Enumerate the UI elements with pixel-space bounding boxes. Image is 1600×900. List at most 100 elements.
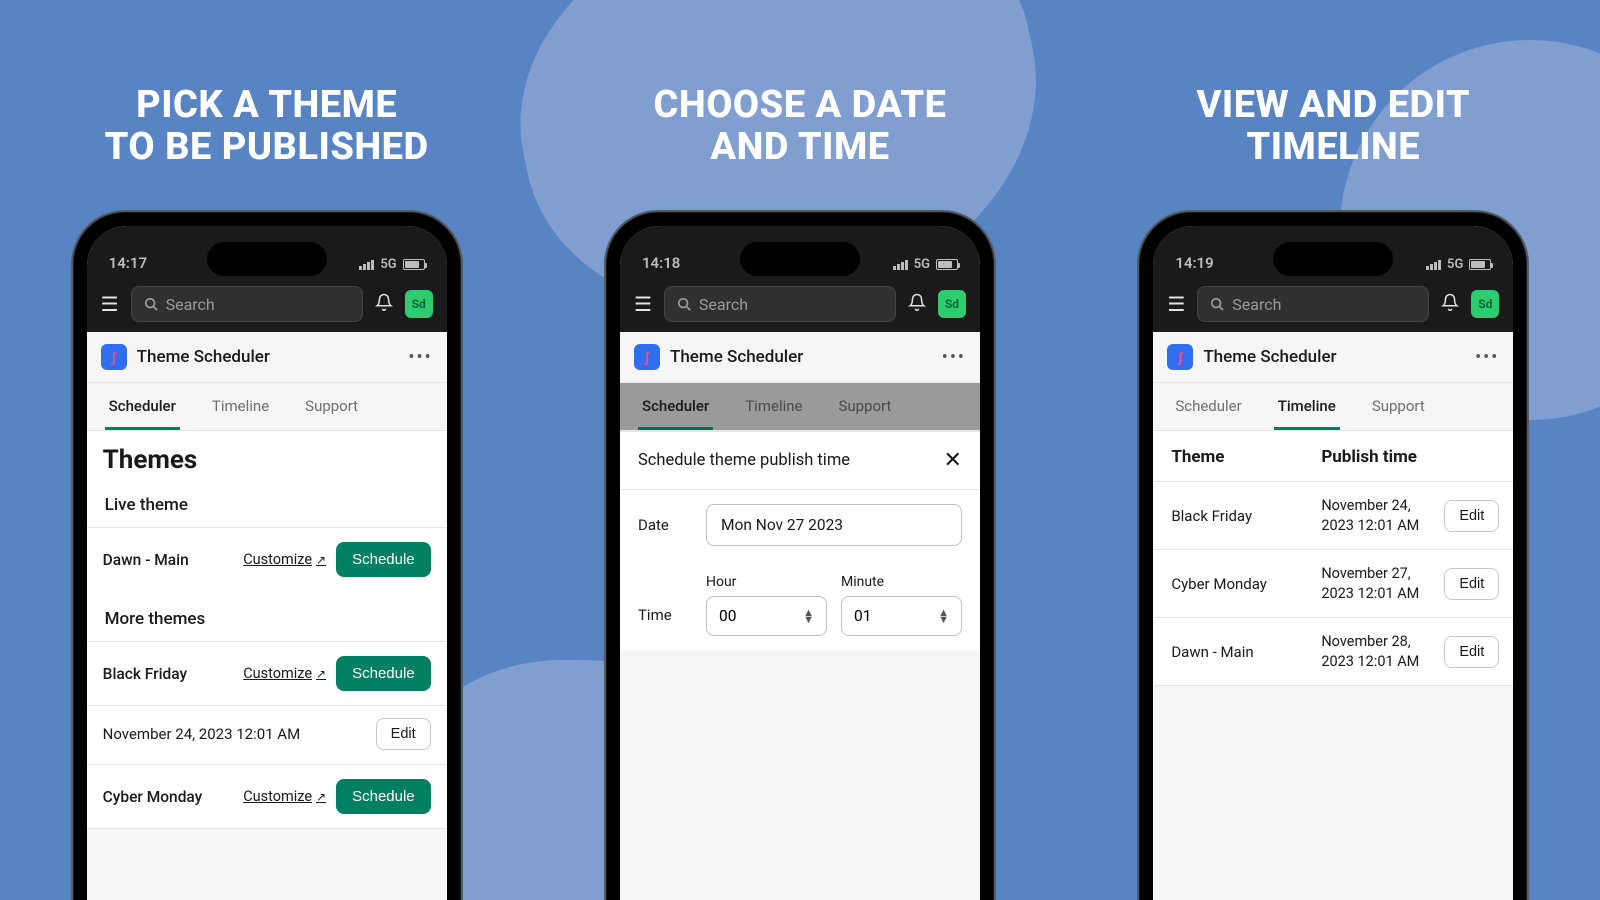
external-link-icon: ↗	[316, 667, 326, 681]
signal-icon	[1426, 260, 1441, 270]
theme-row: Dawn - Main Customize↗ Schedule	[87, 527, 447, 591]
more-icon[interactable]: •••	[408, 347, 432, 368]
tab-scheduler[interactable]: Scheduler	[105, 383, 180, 430]
hour-select[interactable]: 00 ▲▼	[706, 596, 827, 636]
external-link-icon: ↗	[316, 553, 326, 567]
hamburger-icon[interactable]: ☰	[1167, 292, 1185, 316]
hour-label: Hour	[706, 574, 827, 590]
search-input[interactable]: Search	[1197, 286, 1429, 322]
caption-2: CHOOSE A DATEAND TIME	[570, 85, 1030, 169]
timeline-row: Black Friday November 24, 2023 12:01 AM …	[1153, 481, 1513, 549]
caption-3: VIEW AND EDITTIMELINE	[1103, 85, 1563, 169]
timeline-time: November 28, 2023 12:01 AM	[1321, 632, 1444, 671]
user-badge[interactable]: Sd	[1471, 290, 1499, 318]
tab-timeline[interactable]: Timeline	[1274, 383, 1340, 430]
customize-link[interactable]: Customize↗	[243, 665, 326, 682]
network-label: 5G	[914, 257, 930, 272]
tab-support[interactable]: Support	[834, 383, 895, 430]
tab-scheduler[interactable]: Scheduler	[638, 383, 713, 430]
theme-name: Cyber Monday	[103, 788, 234, 806]
tab-support[interactable]: Support	[1368, 383, 1429, 430]
phone-mockup-2: 14:18 5G ☰ Search Sd ʃ	[604, 210, 996, 900]
timeline-time: November 27, 2023 12:01 AM	[1321, 564, 1444, 603]
search-placeholder: Search	[1232, 295, 1281, 314]
battery-icon	[403, 259, 425, 270]
tab-support[interactable]: Support	[301, 383, 362, 430]
battery-icon	[1469, 259, 1491, 270]
caption-1: PICK A THEMETO BE PUBLISHED	[37, 85, 497, 169]
more-themes-heading: More themes	[87, 591, 447, 641]
date-input[interactable]: Mon Nov 27 2023	[706, 504, 962, 546]
search-icon	[144, 297, 158, 311]
bell-icon[interactable]	[908, 293, 926, 315]
more-icon[interactable]: •••	[1475, 347, 1499, 368]
phone-mockup-3: 14:19 5G ☰ Search Sd ʃ	[1137, 210, 1529, 900]
section-title: Themes	[87, 431, 447, 485]
app-icon: ʃ	[634, 344, 660, 370]
status-time: 14:17	[109, 254, 147, 272]
app-title: Theme Scheduler	[1203, 347, 1465, 367]
schedule-button[interactable]: Schedule	[336, 656, 431, 691]
network-label: 5G	[1447, 257, 1463, 272]
signal-icon	[359, 260, 374, 270]
search-icon	[1210, 297, 1224, 311]
hamburger-icon[interactable]: ☰	[634, 292, 652, 316]
tab-scheduler[interactable]: Scheduler	[1171, 383, 1245, 430]
network-label: 5G	[380, 257, 396, 272]
edit-button[interactable]: Edit	[1444, 568, 1499, 600]
app-title: Theme Scheduler	[670, 347, 932, 367]
timeline-time: November 24, 2023 12:01 AM	[1321, 496, 1444, 535]
tab-timeline[interactable]: Timeline	[741, 383, 806, 430]
phone-notch	[1273, 242, 1393, 276]
scheduled-row: November 24, 2023 12:01 AM Edit	[87, 705, 447, 764]
scheduled-date: November 24, 2023 12:01 AM	[103, 725, 301, 743]
search-input[interactable]: Search	[664, 286, 896, 322]
theme-name: Black Friday	[103, 665, 234, 683]
tab-timeline[interactable]: Timeline	[208, 383, 273, 430]
theme-row: Cyber Monday Customize↗ Schedule	[87, 764, 447, 828]
minute-label: Minute	[841, 574, 962, 590]
search-placeholder: Search	[699, 295, 748, 314]
customize-link[interactable]: Customize↗	[243, 551, 326, 568]
timeline-theme: Dawn - Main	[1171, 643, 1321, 661]
search-input[interactable]: Search	[131, 286, 363, 322]
stepper-icon: ▲▼	[803, 609, 814, 623]
app-title: Theme Scheduler	[137, 347, 399, 367]
time-label: Time	[638, 606, 688, 636]
column-theme: Theme	[1171, 447, 1321, 467]
customize-link[interactable]: Customize↗	[243, 788, 326, 805]
modal-title: Schedule theme publish time	[638, 451, 850, 470]
minute-select[interactable]: 01 ▲▼	[841, 596, 962, 636]
bell-icon[interactable]	[1441, 293, 1459, 315]
search-placeholder: Search	[166, 295, 215, 314]
live-theme-heading: Live theme	[87, 485, 447, 527]
stepper-icon: ▲▼	[938, 609, 949, 623]
app-icon: ʃ	[1167, 344, 1193, 370]
search-icon	[677, 297, 691, 311]
timeline-theme: Cyber Monday	[1171, 575, 1321, 593]
battery-icon	[936, 259, 958, 270]
edit-button[interactable]: Edit	[1444, 636, 1499, 668]
theme-name: Dawn - Main	[103, 551, 234, 569]
user-badge[interactable]: Sd	[405, 290, 433, 318]
theme-row: Black Friday Customize↗ Schedule	[87, 641, 447, 705]
schedule-button[interactable]: Schedule	[336, 779, 431, 814]
date-label: Date	[638, 516, 688, 534]
edit-button[interactable]: Edit	[1444, 500, 1499, 532]
phone-notch	[740, 242, 860, 276]
phone-notch	[207, 242, 327, 276]
edit-button[interactable]: Edit	[376, 718, 431, 750]
close-icon[interactable]: ✕	[944, 448, 962, 473]
schedule-button[interactable]: Schedule	[336, 542, 431, 577]
external-link-icon: ↗	[316, 790, 326, 804]
timeline-row: Dawn - Main November 28, 2023 12:01 AM E…	[1153, 617, 1513, 685]
status-time: 14:18	[642, 254, 680, 272]
signal-icon	[893, 260, 908, 270]
timeline-row: Cyber Monday November 27, 2023 12:01 AM …	[1153, 549, 1513, 617]
phone-mockup-1: 14:17 5G ☰ Search Sd ʃ	[71, 210, 463, 900]
hamburger-icon[interactable]: ☰	[101, 292, 119, 316]
bell-icon[interactable]	[375, 293, 393, 315]
more-icon[interactable]: •••	[942, 347, 966, 368]
user-badge[interactable]: Sd	[938, 290, 966, 318]
status-time: 14:19	[1175, 254, 1213, 272]
